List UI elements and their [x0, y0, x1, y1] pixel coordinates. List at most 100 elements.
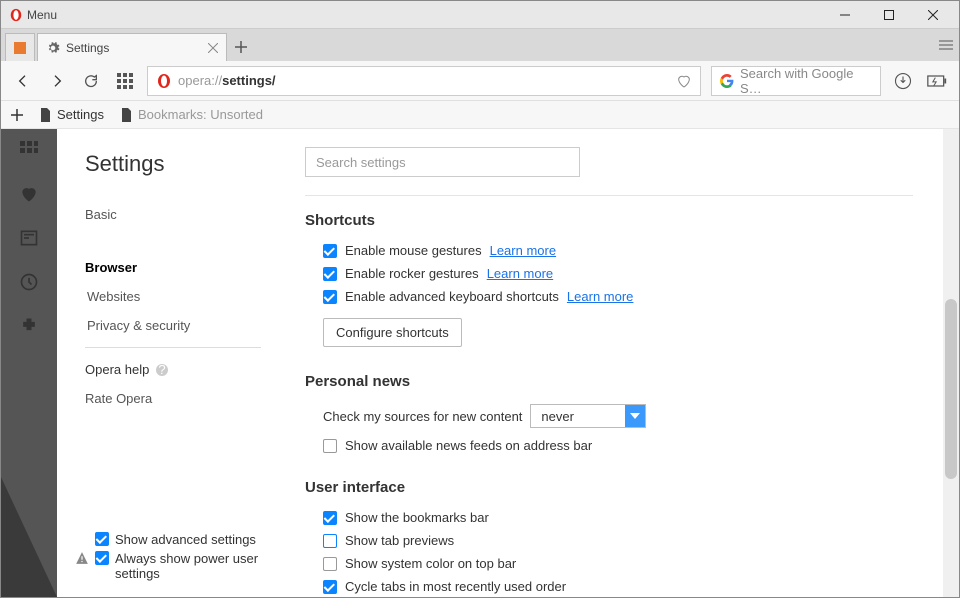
section-divider: [305, 195, 913, 196]
svg-text:?: ?: [159, 363, 166, 377]
opt-rocker-gestures[interactable]: Enable rocker gestures Learn more: [323, 266, 929, 281]
reload-button[interactable]: [79, 69, 103, 93]
settings-sidebar: Settings Basic Browser Websites Privacy …: [57, 129, 285, 597]
speed-dial-icon[interactable]: [18, 139, 40, 161]
option-label: Enable rocker gestures: [345, 266, 479, 281]
tab-menu-icon[interactable]: [939, 40, 953, 50]
checkbox-icon: [323, 511, 337, 525]
section-title: Personal news: [305, 373, 929, 390]
gear-icon: [46, 41, 60, 55]
nav-basic[interactable]: Basic: [85, 207, 285, 222]
section-title: User interface: [305, 479, 929, 496]
warning-icon: [75, 551, 89, 565]
bookmark-item-settings[interactable]: Settings: [39, 107, 104, 122]
opt-tab-previews[interactable]: Show tab previews: [323, 533, 929, 548]
extensions-rail-icon[interactable]: [18, 315, 40, 337]
help-icon: ?: [155, 363, 169, 377]
checkbox-icon: [323, 290, 337, 304]
learn-more-link[interactable]: Learn more: [490, 243, 556, 258]
option-label: Show system color on top bar: [345, 556, 516, 571]
bookmark-item-unsorted[interactable]: Bookmarks: Unsorted: [120, 107, 263, 122]
tab-label: Settings: [66, 41, 202, 55]
nav-divider: [85, 347, 261, 348]
page-icon: [39, 108, 51, 122]
settings-main: Shortcuts Enable mouse gestures Learn mo…: [285, 129, 959, 597]
option-label: Enable mouse gestures: [345, 243, 482, 258]
checkbox-icon: [323, 580, 337, 594]
learn-more-link[interactable]: Learn more: [487, 266, 553, 281]
window-titlebar: Menu: [1, 1, 959, 29]
tab-strip: Settings: [1, 29, 959, 61]
speed-dial-button[interactable]: [113, 69, 137, 93]
opt-bookmarks-bar[interactable]: Show the bookmarks bar: [323, 510, 929, 525]
checkbox-label: Show advanced settings: [115, 532, 256, 547]
scrollbar-track[interactable]: [943, 129, 959, 597]
address-bar[interactable]: opera://settings/: [147, 66, 701, 96]
scrollbar-thumb[interactable]: [945, 299, 957, 479]
settings-title: Settings: [85, 151, 285, 177]
show-advanced-checkbox[interactable]: Show advanced settings: [75, 532, 275, 547]
select-value: never: [531, 409, 625, 424]
close-button[interactable]: [911, 1, 955, 28]
google-icon: [720, 74, 734, 88]
opera-logo-icon: [5, 8, 27, 22]
check-sources-select[interactable]: never: [530, 404, 646, 428]
page-icon: [120, 108, 132, 122]
history-rail-icon[interactable]: [18, 271, 40, 293]
tab-close-icon[interactable]: [208, 43, 218, 53]
section-personal-news: Personal news Check my sources for new c…: [305, 373, 929, 453]
nav-toolbar: opera://settings/ Search with Google S…: [1, 61, 959, 101]
maximize-button[interactable]: [867, 1, 911, 28]
show-poweruser-checkbox[interactable]: Always show power user settings: [75, 551, 275, 581]
checkbox-icon: [323, 439, 337, 453]
address-url: opera://settings/: [178, 73, 670, 88]
minimize-button[interactable]: [823, 1, 867, 28]
bookmarks-bar: Settings Bookmarks: Unsorted: [1, 101, 959, 129]
tab-settings[interactable]: Settings: [37, 33, 227, 61]
checkbox-icon: [95, 551, 109, 565]
section-title: Shortcuts: [305, 212, 929, 229]
bookmark-label: Settings: [57, 107, 104, 122]
learn-more-link[interactable]: Learn more: [567, 289, 633, 304]
checkbox-icon: [323, 534, 337, 548]
option-label: Show the bookmarks bar: [345, 510, 489, 525]
opera-badge-icon: [156, 73, 172, 89]
opt-mouse-gestures[interactable]: Enable mouse gestures Learn more: [323, 243, 929, 258]
nav-rate[interactable]: Rate Opera: [85, 391, 285, 406]
add-bookmark-button[interactable]: [11, 109, 23, 121]
opt-system-color[interactable]: Show system color on top bar: [323, 556, 929, 571]
nav-browser[interactable]: Browser: [85, 260, 285, 275]
nav-help[interactable]: Opera help?: [85, 362, 285, 377]
opt-keyboard-shortcuts[interactable]: Enable advanced keyboard shortcuts Learn…: [323, 289, 929, 304]
check-sources-label: Check my sources for new content: [323, 409, 522, 424]
section-shortcuts: Shortcuts Enable mouse gestures Learn mo…: [305, 212, 929, 347]
side-rail: [1, 129, 57, 597]
chevron-down-icon: [625, 405, 645, 427]
bookmark-label: Bookmarks: Unsorted: [138, 107, 263, 122]
nav-websites[interactable]: Websites: [87, 289, 285, 304]
back-button[interactable]: [11, 69, 35, 93]
opt-show-feeds[interactable]: Show available news feeds on address bar: [323, 438, 929, 453]
option-label: Cycle tabs in most recently used order: [345, 579, 566, 594]
battery-button[interactable]: [925, 69, 949, 93]
window-title: Menu: [27, 8, 823, 22]
forward-button[interactable]: [45, 69, 69, 93]
search-placeholder: Search with Google S…: [740, 66, 872, 96]
checkbox-icon: [323, 267, 337, 281]
option-label: Show tab previews: [345, 533, 454, 548]
pinned-tab[interactable]: [5, 33, 35, 61]
configure-shortcuts-button[interactable]: Configure shortcuts: [323, 318, 462, 347]
downloads-button[interactable]: [891, 69, 915, 93]
heart-icon[interactable]: [676, 73, 692, 89]
checkbox-label: Always show power user settings: [115, 551, 275, 581]
news-rail-icon[interactable]: [18, 227, 40, 249]
new-tab-button[interactable]: [227, 33, 255, 61]
pinned-tab-icon: [13, 41, 27, 55]
checkbox-icon: [95, 532, 109, 546]
heart-rail-icon[interactable]: [18, 183, 40, 205]
opt-cycle-tabs[interactable]: Cycle tabs in most recently used order: [323, 579, 929, 594]
nav-privacy[interactable]: Privacy & security: [87, 318, 285, 333]
search-box[interactable]: Search with Google S…: [711, 66, 881, 96]
checkbox-icon: [323, 557, 337, 571]
search-settings-input[interactable]: [305, 147, 580, 177]
